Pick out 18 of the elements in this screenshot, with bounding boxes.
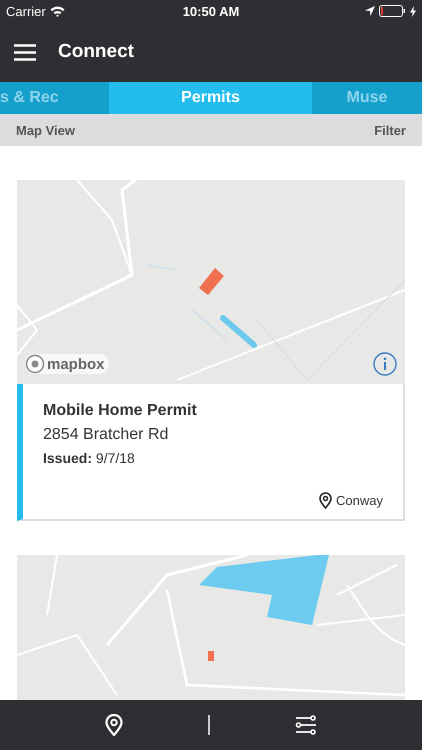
issued-date: Issued: 9/7/18	[43, 450, 136, 466]
battery-icon	[378, 5, 406, 17]
charging-icon	[410, 6, 416, 16]
permit-card[interactable]: Mobile Home Permit 2854 Bratcher Rd Issued: 9/7/18 Conway	[17, 384, 405, 521]
permit-address: 2854 Bratcher Rd	[43, 426, 170, 444]
status-time: 10:50 AM	[182, 4, 240, 18]
info-icon[interactable]	[373, 352, 397, 376]
app-title: Connect	[58, 41, 134, 63]
permit-title: Mobile Home Permit	[43, 402, 198, 420]
carrier-name: Carrier	[6, 4, 46, 18]
menu-button[interactable]	[14, 44, 36, 60]
wifi-icon	[50, 6, 65, 16]
map-view-link[interactable]: Map View	[16, 122, 76, 138]
filter-link[interactable]: Filter	[374, 122, 406, 138]
map-attribution: mapbox	[47, 356, 105, 372]
location-pin-icon	[319, 492, 332, 509]
location-arrow-icon	[364, 6, 375, 16]
permit-location: Conway	[336, 493, 383, 508]
